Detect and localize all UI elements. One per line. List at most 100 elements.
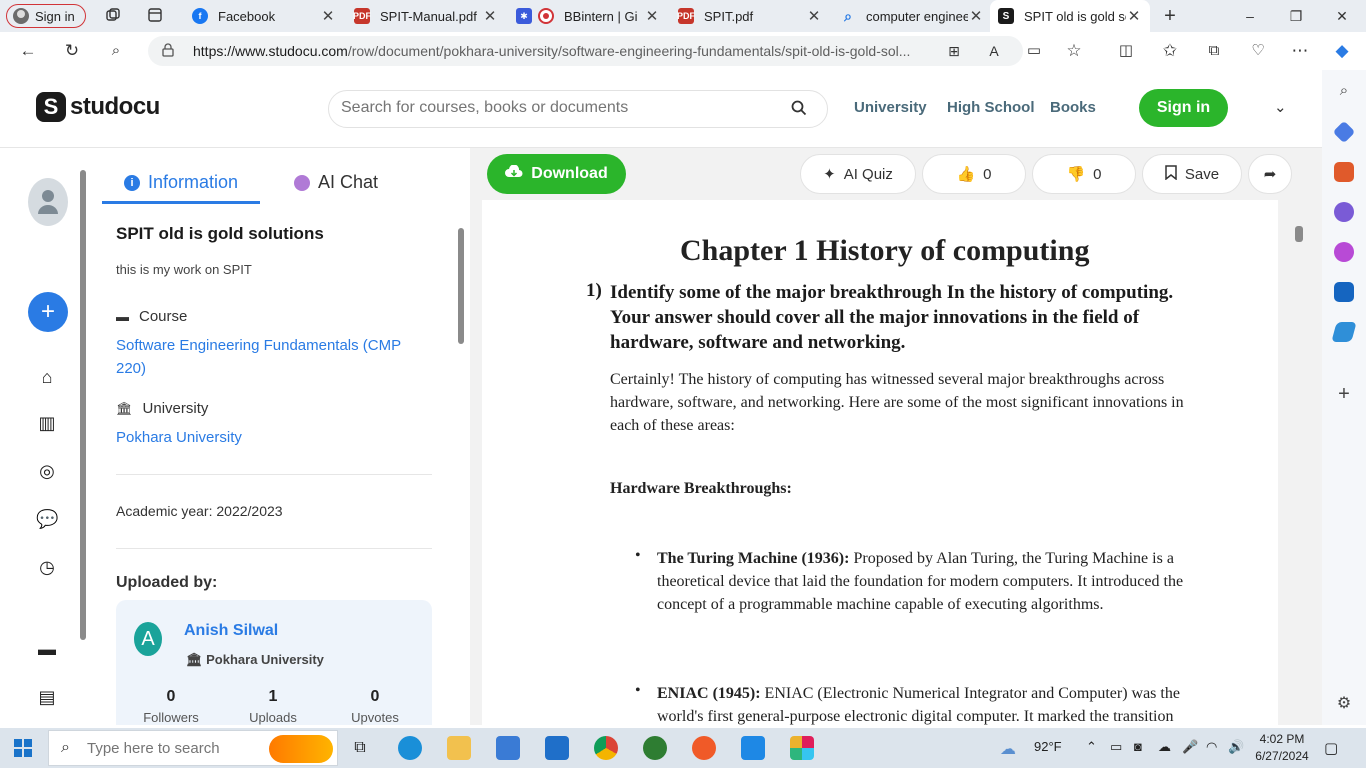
minimize-icon[interactable]: – (1240, 6, 1260, 26)
search-icon[interactable] (791, 100, 807, 121)
browser-tab-facebook[interactable]: f Facebook ✕ (184, 2, 344, 30)
wifi-icon[interactable]: ◠ (1206, 739, 1217, 755)
search-icon[interactable]: ⌕ (1334, 82, 1354, 102)
document-scrollbar[interactable] (1295, 226, 1303, 242)
microsoft-store-icon[interactable] (496, 736, 520, 760)
rail-scrollbar[interactable] (80, 170, 86, 640)
mongodb-icon[interactable] (643, 736, 667, 760)
windows-start-icon[interactable] (14, 739, 32, 757)
university-link[interactable]: Pokhara University (116, 426, 242, 449)
close-tab-icon[interactable]: ✕ (320, 7, 336, 25)
taskbar-search-input[interactable] (87, 740, 267, 757)
persona-icon[interactable] (1334, 202, 1354, 222)
browser-tab-bbintern[interactable]: ✱ BBintern | Gi ✕ (508, 2, 668, 30)
back-icon[interactable]: ← (18, 41, 38, 61)
copilot-app-icon[interactable] (1334, 242, 1354, 262)
tab-information[interactable]: i Information (124, 172, 238, 193)
slack-icon[interactable] (790, 736, 814, 760)
info-panel-scrollbar[interactable] (458, 228, 464, 344)
document-toolbar: Download ✦ AI Quiz 👍 0 👎 0 Save ➦ (470, 148, 1322, 200)
microphone-icon[interactable]: 🎤 (1182, 739, 1198, 755)
chat-icon[interactable]: 💬 (36, 508, 58, 530)
apps-icon[interactable]: ⊞ (944, 41, 964, 61)
nav-link-books[interactable]: Books (1050, 99, 1096, 116)
site-search-input[interactable] (341, 99, 781, 117)
browser-tab-search[interactable]: ⌕ computer engineer ✕ (832, 2, 992, 30)
postman-icon[interactable] (692, 736, 716, 760)
show-hidden-icons-icon[interactable]: ⌃ (1086, 739, 1097, 755)
profile-signin-button[interactable]: Sign in (6, 4, 86, 28)
sidebar-settings-icon[interactable]: ⚙ (1334, 694, 1354, 714)
close-tab-icon[interactable]: ✕ (644, 7, 660, 25)
uploader-name[interactable]: Anish Silwal (184, 622, 278, 640)
address-bar[interactable]: https://www.studocu.com/row/document/pok… (148, 36, 1023, 66)
notebook-icon[interactable]: ▤ (36, 686, 58, 708)
favorite-star-icon[interactable]: ☆ (1064, 41, 1084, 61)
browser-tab-spit-pdf[interactable]: PDF SPIT.pdf ✕ (670, 2, 830, 30)
read-aloud-icon[interactable]: A (984, 41, 1004, 61)
edge-browser-icon[interactable] (398, 736, 422, 760)
battery-icon[interactable]: ▭ (1110, 739, 1122, 755)
sign-in-button[interactable]: Sign in (1139, 89, 1228, 127)
weather-icon[interactable]: ☁ (1000, 739, 1016, 759)
maximize-icon[interactable]: ❐ (1286, 6, 1306, 26)
file-explorer-icon[interactable] (447, 736, 471, 760)
browser-tab-spit-manual[interactable]: PDF SPIT-Manual.pdf ✕ (346, 2, 506, 30)
browser-essentials-icon[interactable]: ♡ (1248, 41, 1268, 61)
course-link[interactable]: Software Engineering Fundamentals (CMP 2… (116, 334, 416, 380)
mail-icon[interactable] (545, 736, 569, 760)
close-tab-icon[interactable]: ✕ (968, 7, 984, 25)
vscode-icon[interactable] (741, 736, 765, 760)
send-icon[interactable] (1331, 322, 1357, 342)
uploader-avatar[interactable]: A (134, 622, 162, 656)
like-button[interactable]: 👍 0 (922, 154, 1026, 194)
favorites-icon[interactable]: ✩ (1160, 41, 1180, 61)
camera-icon[interactable]: ◙ (1134, 739, 1142, 754)
outlook-icon[interactable] (1334, 282, 1354, 302)
add-sidebar-app-icon[interactable]: + (1334, 384, 1354, 404)
dislike-button[interactable]: 👎 0 (1032, 154, 1136, 194)
download-button[interactable]: Download (487, 154, 626, 194)
home-icon[interactable]: ⌂ (36, 366, 58, 388)
system-clock[interactable]: 4:02 PM 6/27/2024 (1252, 731, 1312, 765)
ai-quiz-button[interactable]: ✦ AI Quiz (800, 154, 916, 194)
tab-actions-icon[interactable] (146, 7, 164, 25)
workspaces-icon[interactable] (104, 7, 122, 25)
search-icon[interactable]: ⌕ (106, 41, 126, 61)
chrome-icon[interactable] (594, 736, 618, 760)
clock-icon[interactable]: ◷ (36, 556, 58, 578)
nav-link-high-school[interactable]: High School (947, 99, 1035, 116)
cloud-sync-icon[interactable]: ☁ (1158, 739, 1171, 755)
shopping-tag-icon[interactable] (1332, 120, 1356, 144)
new-tab-icon[interactable]: + (1160, 6, 1180, 26)
tab-ai-chat[interactable]: AI Chat (294, 172, 378, 193)
save-button[interactable]: Save (1142, 154, 1242, 194)
globe-icon[interactable]: ◎ (36, 460, 58, 482)
chevron-down-icon[interactable]: ⌄ (1274, 98, 1287, 116)
collections-icon[interactable]: ⧉ (1204, 41, 1224, 61)
studocu-logo[interactable]: S studocu (36, 92, 160, 122)
split-screen-icon[interactable]: ◫ (1116, 41, 1136, 61)
taskbar-search[interactable]: ⌕ (48, 730, 338, 766)
add-content-button[interactable]: + (28, 292, 68, 332)
browser-tab-studocu-active[interactable]: S SPIT old is gold so ✕ (990, 0, 1150, 32)
user-avatar[interactable] (28, 178, 68, 226)
more-menu-icon[interactable]: ⋯ (1290, 41, 1310, 61)
refresh-icon[interactable]: ↻ (62, 41, 82, 61)
weather-temp[interactable]: 92°F (1034, 739, 1062, 754)
close-tab-icon[interactable]: ✕ (1126, 7, 1142, 25)
site-search-box[interactable] (328, 90, 828, 128)
close-window-icon[interactable]: ✕ (1332, 6, 1352, 26)
immersive-reader-icon[interactable]: ▭ (1024, 41, 1044, 61)
task-view-icon[interactable]: ⧉ (348, 736, 372, 760)
volume-icon[interactable]: 🔊 (1228, 739, 1244, 755)
share-button[interactable]: ➦ (1248, 154, 1292, 194)
toolbox-icon[interactable] (1334, 162, 1354, 182)
nav-link-university[interactable]: University (854, 99, 927, 116)
close-tab-icon[interactable]: ✕ (482, 7, 498, 25)
library-icon[interactable]: ▥ (36, 412, 58, 434)
notifications-icon[interactable]: ▢ (1324, 739, 1338, 757)
folder-icon[interactable]: ▬ (36, 638, 58, 660)
close-tab-icon[interactable]: ✕ (806, 7, 822, 25)
copilot-icon[interactable]: ◆ (1332, 41, 1352, 61)
